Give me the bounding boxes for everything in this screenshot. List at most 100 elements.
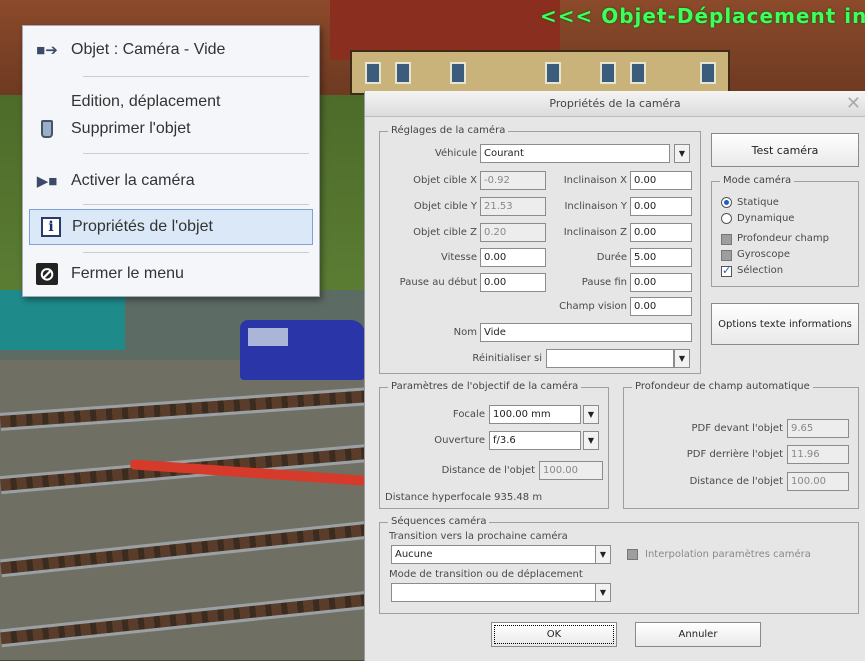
static-radio[interactable] — [721, 197, 732, 208]
trash-icon — [23, 111, 71, 147]
lens-distance-field[interactable]: 100.00 — [539, 461, 603, 480]
menu-item-close-menu[interactable]: ⊘ Fermer le menu — [23, 256, 319, 292]
reset-label: Réinitialiser si — [472, 353, 542, 364]
dof-distance-field[interactable]: 100.00 — [787, 472, 849, 491]
menu-separator — [83, 76, 309, 77]
target-x-label: Objet cible X — [413, 175, 477, 186]
ok-button[interactable]: OK — [491, 622, 617, 647]
transition-label: Transition vers la prochaine caméra — [389, 531, 568, 542]
close-icon[interactable]: ✕ — [846, 93, 861, 114]
group-title: Profondeur de champ automatique — [632, 381, 813, 392]
target-z-field[interactable]: 0.20 — [480, 223, 546, 242]
dof-front-label: PDF devant l'objet — [691, 423, 784, 434]
camera-arrow-icon: ■➔ — [36, 42, 58, 59]
pause-start-field[interactable]: 0.00 — [480, 273, 546, 292]
fov-label: Champ vision — [559, 301, 627, 312]
editor-mode-banner: <<< Objet-Déplacement in d — [540, 4, 865, 28]
selection-label: Sélection — [737, 265, 784, 276]
chevron-down-icon[interactable]: ▼ — [674, 144, 690, 163]
tilt-x-field[interactable]: 0.00 — [630, 171, 692, 190]
transition-combo[interactable]: Aucune — [391, 545, 607, 564]
menu-header-label: Objet : Caméra - Vide — [71, 41, 226, 58]
pause-end-field[interactable]: 0.00 — [630, 273, 692, 292]
reset-combo[interactable] — [546, 349, 674, 368]
menu-header-camera: ■➔ Objet : Caméra - Vide — [23, 32, 319, 68]
speed-label: Vitesse — [440, 252, 477, 263]
chevron-down-icon[interactable]: ▼ — [595, 583, 611, 602]
menu-item-label: Propriétés de l'objet — [72, 218, 213, 235]
chevron-down-icon[interactable]: ▼ — [595, 545, 611, 564]
gyro-checkbox[interactable] — [721, 250, 732, 261]
dialog-title: Propriétés de la caméra — [365, 91, 865, 117]
chevron-down-icon[interactable]: ▼ — [674, 349, 690, 368]
fov-field[interactable]: 0.00 — [630, 297, 692, 316]
group-title: Séquences caméra — [388, 516, 490, 527]
no-entry-icon: ⊘ — [23, 256, 71, 292]
menu-item-label: Edition, déplacement — [71, 93, 221, 110]
aperture-combo[interactable]: f/3.6 — [489, 431, 581, 450]
speed-field[interactable]: 0.00 — [480, 248, 546, 267]
dof-behind-label: PDF derrière l'objet — [686, 449, 783, 460]
target-y-field[interactable]: 21.53 — [480, 197, 546, 216]
dof-front-field[interactable]: 9.65 — [787, 419, 849, 438]
camera-properties-dialog: Propriétés de la caméra ✕ Réglages de la… — [364, 91, 865, 661]
info-text-options-button[interactable]: Options texte informations — [711, 303, 859, 345]
static-label: Statique — [737, 197, 779, 208]
dynamic-radio[interactable] — [721, 213, 732, 224]
lens-distance-label: Distance de l'objet — [441, 465, 535, 476]
target-x-field[interactable]: -0.92 — [480, 171, 546, 190]
name-field[interactable]: Vide — [480, 323, 692, 342]
menu-item-label: Activer la caméra — [71, 172, 195, 189]
tilt-y-label: Inclinaison Y — [564, 201, 627, 212]
group-title: Mode caméra — [720, 175, 795, 186]
vehicle-combo[interactable]: Courant — [480, 144, 670, 163]
menu-item-label: Supprimer l'objet — [71, 120, 191, 137]
house-window — [365, 62, 381, 84]
duration-field[interactable]: 5.00 — [630, 248, 692, 267]
context-menu: ■➔ Objet : Caméra - Vide Edition, déplac… — [22, 25, 320, 297]
hyperfocal-text: Distance hyperfocale 935.48 m — [385, 492, 543, 503]
blue-van — [240, 320, 365, 380]
truck — [0, 290, 125, 350]
chevron-down-icon[interactable]: ▼ — [583, 431, 599, 450]
pause-start-label: Pause au début — [399, 277, 477, 288]
group-title: Réglages de la caméra — [388, 125, 509, 136]
dynamic-label: Dynamique — [737, 213, 795, 224]
menu-item-label: Fermer le menu — [71, 265, 184, 282]
tilt-y-field[interactable]: 0.00 — [630, 197, 692, 216]
menu-separator — [83, 153, 309, 154]
interpolation-checkbox[interactable] — [627, 549, 638, 560]
focal-combo[interactable]: 100.00 mm — [489, 405, 581, 424]
duration-label: Durée — [596, 252, 627, 263]
group-title: Paramètres de l'objectif de la caméra — [388, 381, 582, 392]
menu-separator — [83, 252, 309, 253]
menu-separator — [83, 204, 309, 205]
menu-item-object-properties[interactable]: i Propriétés de l'objet — [29, 209, 313, 245]
tilt-z-field[interactable]: 0.00 — [630, 223, 692, 242]
menu-item-activate-camera[interactable]: ▶■ Activer la caméra — [23, 163, 319, 199]
cancel-button[interactable]: Annuler — [635, 622, 761, 647]
house-window — [700, 62, 716, 84]
transition-mode-combo[interactable] — [391, 583, 607, 602]
house-window — [545, 62, 561, 84]
selection-checkbox[interactable] — [721, 264, 732, 277]
dof-behind-field[interactable]: 11.96 — [787, 445, 849, 464]
menu-item-delete-object[interactable]: Supprimer l'objet — [23, 114, 319, 144]
depth-label: Profondeur champ — [737, 233, 830, 244]
pause-end-label: Pause fin — [581, 277, 627, 288]
test-camera-button[interactable]: Test caméra — [711, 133, 859, 167]
transition-mode-label: Mode de transition ou de déplacement — [389, 569, 583, 580]
tilt-z-label: Inclinaison Z — [563, 227, 627, 238]
name-label: Nom — [453, 327, 477, 338]
house-window — [630, 62, 646, 84]
aperture-label: Ouverture — [434, 435, 485, 446]
chevron-down-icon[interactable]: ▼ — [583, 405, 599, 424]
focal-label: Focale — [452, 409, 485, 420]
interpolation-label: Interpolation paramètres caméra — [645, 549, 811, 560]
target-z-label: Objet cible Z — [413, 227, 477, 238]
depth-checkbox[interactable] — [721, 234, 732, 245]
dof-distance-label: Distance de l'objet — [689, 476, 783, 487]
camera-icon: ▶■ — [36, 173, 58, 190]
vehicle-label: Véhicule — [434, 148, 477, 159]
gyro-label: Gyroscope — [737, 249, 791, 260]
